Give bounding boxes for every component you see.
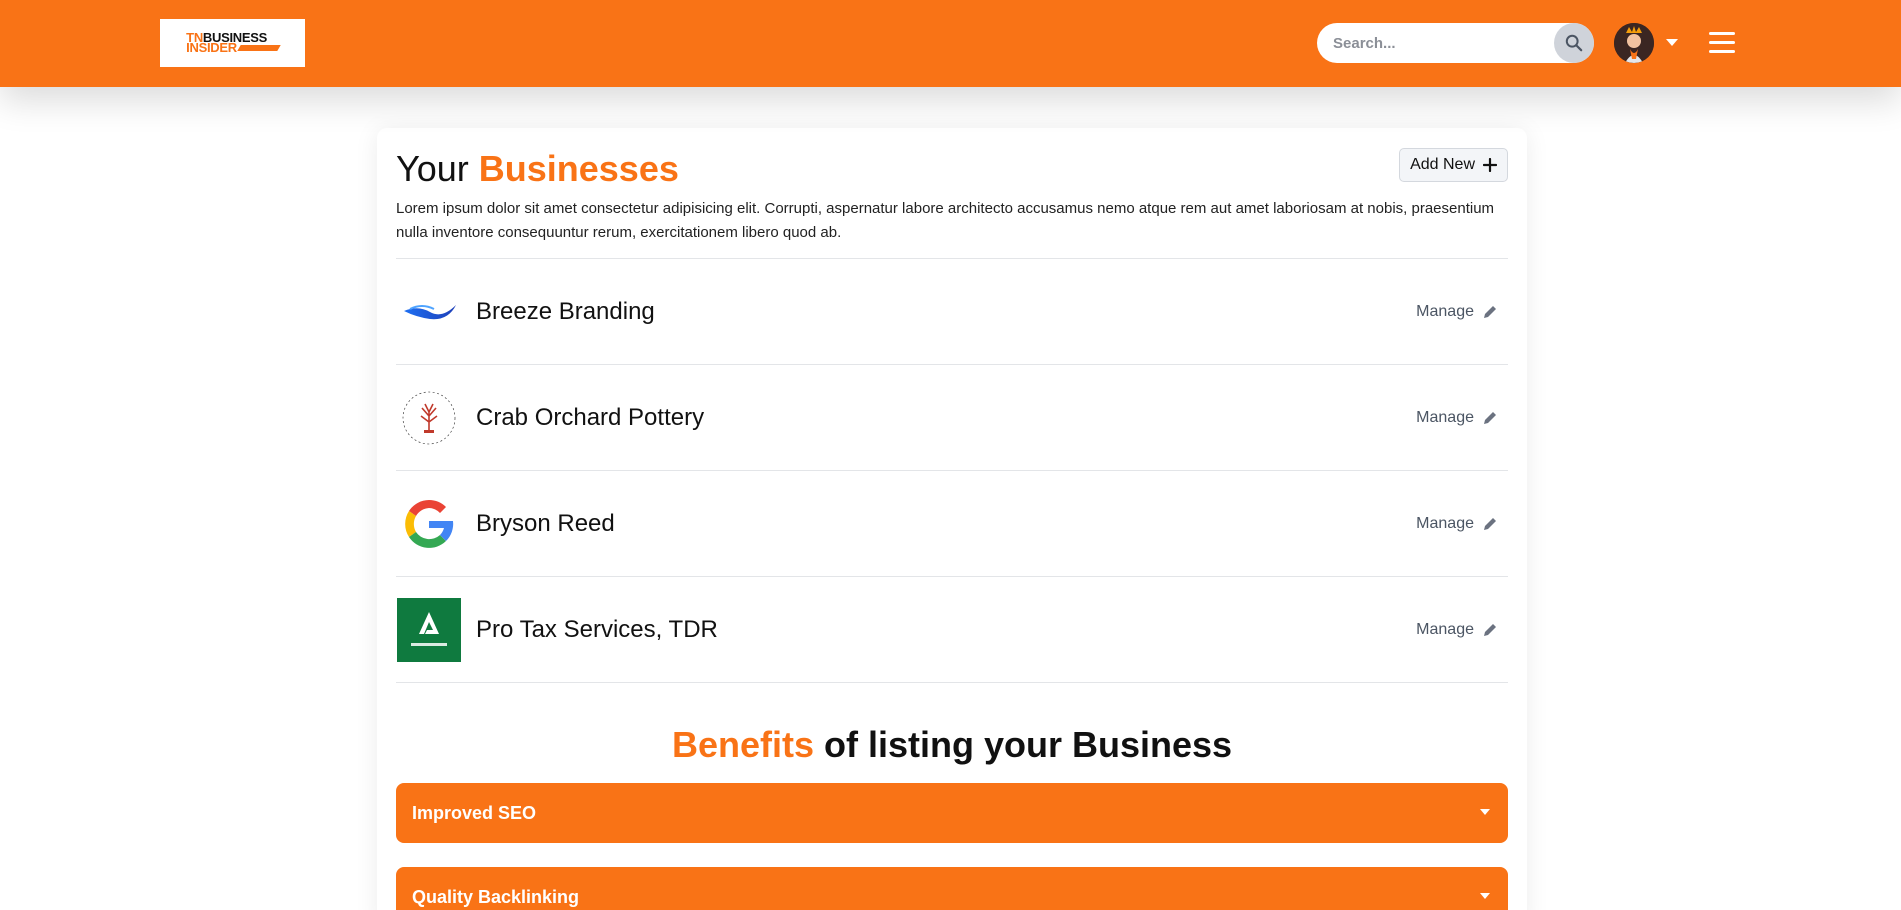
business-row: Pro Tax Services, TDR Manage: [396, 577, 1508, 683]
manage-label: Manage: [1416, 302, 1474, 320]
manage-label: Manage: [1416, 620, 1474, 638]
page-title: Your Businesses: [396, 148, 1508, 190]
chevron-down-icon[interactable]: [1664, 34, 1680, 50]
benefits-title: Benefits of listing your Business: [377, 723, 1527, 767]
site-logo[interactable]: TN BUSINESS INSIDER: [160, 19, 305, 67]
business-list: Breeze Branding Manage Crab Orchard Pott…: [396, 258, 1508, 683]
business-name[interactable]: Bryson Reed: [476, 510, 615, 538]
businesses-card: Your Businesses Add New Lorem ipsum dolo…: [377, 128, 1527, 910]
chevron-down-icon: [1480, 809, 1490, 815]
search-button[interactable]: [1554, 23, 1594, 63]
manage-button[interactable]: Manage: [1416, 621, 1498, 639]
business-row: Breeze Branding Manage: [396, 259, 1508, 365]
crab-orchard-pottery-logo: [396, 385, 461, 450]
manage-button[interactable]: Manage: [1416, 303, 1498, 321]
accordion-label: Improved SEO: [412, 802, 537, 823]
top-navbar: TN BUSINESS INSIDER: [0, 0, 1901, 87]
logo-accent-bar: [237, 45, 281, 51]
pencil-icon: [1484, 517, 1496, 530]
logo-insider-text: INSIDER: [186, 40, 237, 55]
manage-label: Manage: [1416, 408, 1474, 426]
manage-label: Manage: [1416, 514, 1474, 532]
accordion-quality-backlinking[interactable]: Quality Backlinking: [396, 867, 1508, 910]
page-title-accent: Businesses: [478, 148, 679, 189]
hamburger-menu-icon[interactable]: [1709, 32, 1735, 54]
pencil-icon: [1484, 305, 1496, 318]
business-name[interactable]: Breeze Branding: [476, 298, 655, 326]
page-title-prefix: Your: [396, 148, 469, 189]
plus-icon: [1483, 158, 1497, 172]
pro-tax-services-logo: [396, 597, 461, 662]
benefits-title-accent: Benefits: [671, 724, 814, 765]
page-description: Lorem ipsum dolor sit amet consectetur a…: [396, 200, 1495, 241]
avatar-image: [1614, 23, 1654, 63]
add-new-label: Add New: [1410, 156, 1475, 173]
avatar[interactable]: [1614, 23, 1654, 63]
accordion-label: Quality Backlinking: [412, 886, 580, 907]
business-row: Bryson Reed Manage: [396, 471, 1508, 577]
pencil-icon: [1484, 623, 1496, 636]
search-icon: [1565, 34, 1583, 52]
manage-button[interactable]: Manage: [1416, 515, 1498, 533]
breeze-wave-logo: [396, 279, 461, 344]
chevron-down-icon: [1480, 893, 1490, 899]
search-input[interactable]: [1317, 34, 1547, 52]
business-name[interactable]: Pro Tax Services, TDR: [476, 616, 718, 644]
add-new-button[interactable]: Add New: [1399, 148, 1508, 182]
business-name[interactable]: Crab Orchard Pottery: [476, 404, 704, 432]
benefits-title-rest: of listing your Business: [813, 724, 1233, 765]
pencil-icon: [1484, 411, 1496, 424]
accordion-improved-seo[interactable]: Improved SEO: [396, 783, 1508, 843]
search-box: [1317, 23, 1594, 63]
business-row: Crab Orchard Pottery Manage: [396, 365, 1508, 471]
manage-button[interactable]: Manage: [1416, 409, 1498, 427]
google-g-logo: [396, 491, 461, 556]
